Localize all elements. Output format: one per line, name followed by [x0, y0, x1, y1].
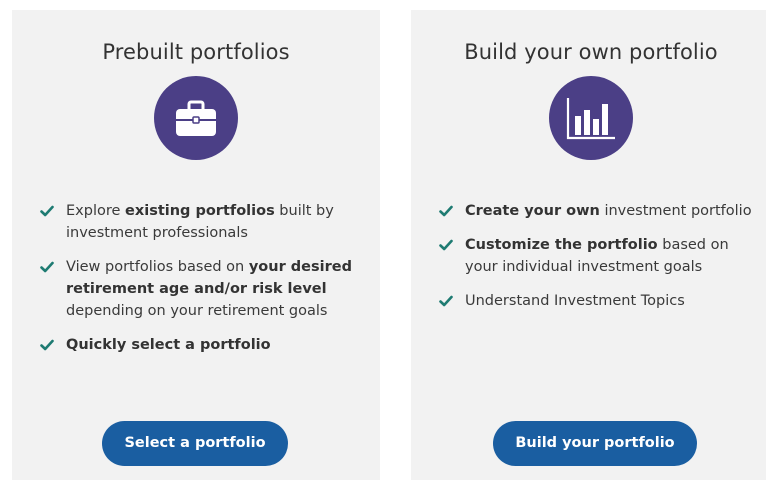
list-item: Quickly select a portfolio [40, 334, 370, 356]
prebuilt-portfolios-card: Prebuilt portfolios Explore existing por… [12, 10, 380, 480]
feature-text-pre: View portfolios based on [66, 259, 249, 275]
list-item: Create your own investment portfolio [439, 200, 761, 222]
feature-list: Explore existing portfolios built by inv… [40, 200, 370, 368]
feature-text-pre: Understand Investment Topics [465, 293, 685, 309]
feature-text-bold: Customize the portfolio [465, 237, 658, 253]
list-item: Understand Investment Topics [439, 290, 761, 312]
feature-text-post: investment portfolio [599, 203, 752, 219]
list-item: Customize the portfolio based on your in… [439, 234, 761, 278]
briefcase-icon [154, 76, 238, 160]
feature-text-bold: Quickly select a portfolio [66, 337, 271, 353]
feature-text-bold: Create your own [465, 203, 600, 219]
feature-text-post: depending on your retirement goals [66, 303, 328, 319]
check-icon [439, 295, 453, 307]
select-portfolio-button[interactable]: Select a portfolio [102, 421, 288, 466]
feature-text-bold: existing portfolios [125, 203, 275, 219]
build-portfolio-button[interactable]: Build your portfolio [493, 421, 697, 466]
check-icon [40, 339, 54, 351]
bar-chart-icon [549, 76, 633, 160]
check-icon [439, 239, 453, 251]
card-title: Prebuilt portfolios [102, 40, 290, 64]
list-item: View portfolios based on your desired re… [40, 256, 370, 322]
check-icon [40, 261, 54, 273]
check-icon [439, 205, 453, 217]
check-icon [40, 205, 54, 217]
feature-list: Create your own investment portfolio Cus… [439, 200, 761, 324]
card-title: Build your own portfolio [464, 40, 718, 64]
list-item: Explore existing portfolios built by inv… [40, 200, 370, 244]
feature-text-pre: Explore [66, 203, 126, 219]
build-your-own-card: Build your own portfolio Create your own… [411, 10, 766, 480]
